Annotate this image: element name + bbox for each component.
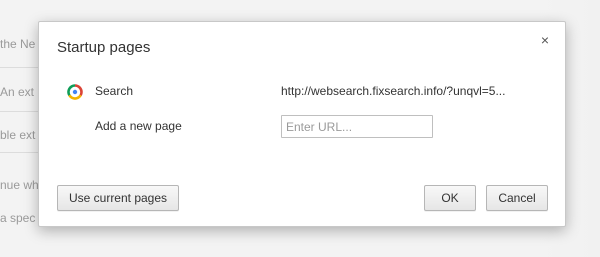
bg-fragment: the Ne [0,37,36,51]
add-new-page-label: Add a new page [95,119,182,133]
startup-pages-dialog: Startup pages × Search http://websearch.… [38,21,566,227]
startup-page-row[interactable]: Search http://websearch.fixsearch.info/?… [63,81,553,103]
bg-fragment: ble ext [0,128,36,142]
bg-divider [0,67,40,68]
startup-page-url: http://websearch.fixsearch.info/?unqvl=5… [281,84,506,98]
url-input[interactable] [281,115,433,138]
cancel-button[interactable]: Cancel [486,185,548,211]
bg-fragment: a spec [0,211,36,225]
add-new-page-row: Add a new page [63,115,553,138]
startup-page-title: Search [95,84,134,98]
use-current-pages-button[interactable]: Use current pages [57,185,179,211]
bg-divider [0,111,40,112]
bg-fragment: nue wh [0,178,39,192]
ok-button[interactable]: OK [424,185,476,211]
dialog-title: Startup pages [57,39,151,56]
chrome-icon [67,84,83,100]
close-icon[interactable]: × [537,32,553,48]
bg-fragment: An ext [0,85,35,99]
bg-divider [0,152,40,153]
